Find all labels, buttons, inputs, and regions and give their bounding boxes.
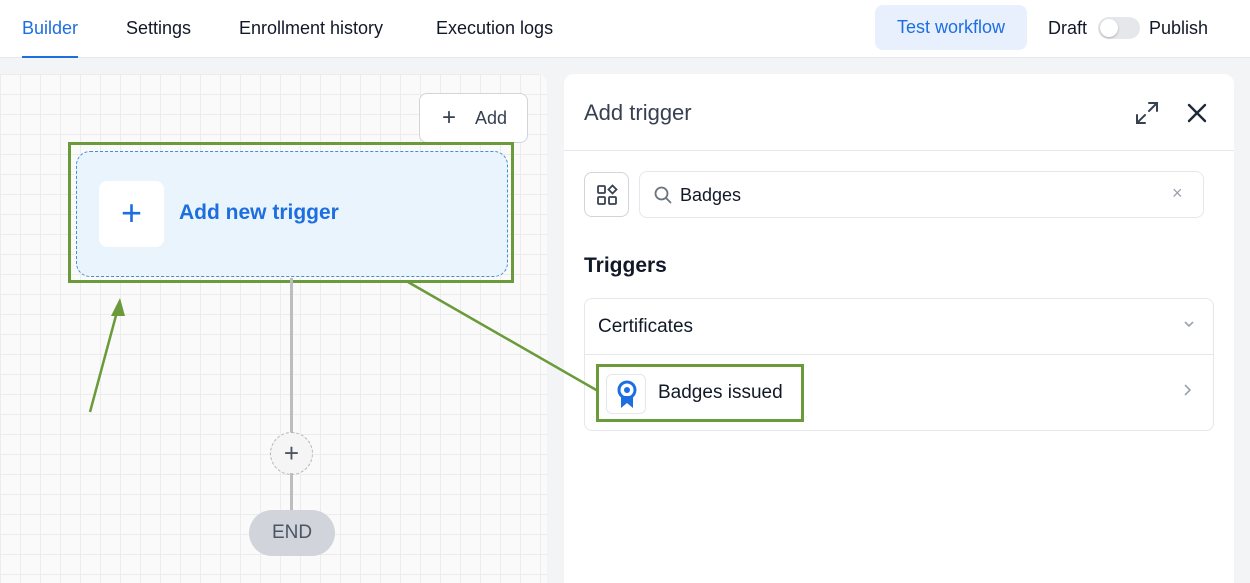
search-icon: [654, 186, 672, 204]
publish-toggle[interactable]: [1098, 17, 1140, 39]
chevron-right-icon: [1181, 381, 1193, 402]
tab-execution-logs[interactable]: Execution logs: [436, 0, 553, 58]
test-workflow-button[interactable]: Test workflow: [875, 5, 1027, 50]
add-button-label: Add: [475, 108, 508, 128]
chevron-down-icon: [1183, 317, 1195, 333]
close-icon[interactable]: [1184, 100, 1210, 126]
add-trigger-panel: Add trigger × Triggers Certificates: [564, 74, 1234, 583]
add-step-button[interactable]: +: [270, 432, 313, 475]
tab-enrollment-history[interactable]: Enrollment history: [239, 0, 383, 58]
flow-connector: [290, 278, 293, 435]
plus-icon: +: [442, 104, 457, 131]
search-input[interactable]: [680, 182, 1160, 208]
search-field[interactable]: ×: [639, 171, 1204, 218]
tab-builder[interactable]: Builder: [22, 0, 79, 58]
add-button[interactable]: + Add: [419, 93, 528, 143]
top-navigation-bar: Builder Settings Enrollment history Exec…: [0, 0, 1250, 58]
add-new-trigger-label[interactable]: Add new trigger: [179, 201, 339, 225]
end-node: END: [249, 510, 335, 556]
toggle-knob: [1100, 19, 1118, 37]
flow-connector: [290, 473, 293, 511]
expand-icon[interactable]: [1134, 100, 1160, 126]
group-label: Certificates: [598, 316, 694, 337]
group-certificates[interactable]: Certificates: [585, 299, 1213, 355]
publish-label: Publish: [1149, 18, 1209, 38]
divider: [564, 150, 1234, 151]
tab-settings[interactable]: Settings: [126, 0, 191, 58]
clear-search-icon[interactable]: ×: [1172, 183, 1183, 204]
triggers-section-title: Triggers: [584, 254, 667, 277]
plus-icon: +: [120, 192, 143, 233]
draft-label: Draft: [1048, 18, 1088, 38]
item-highlight-box: [596, 364, 804, 422]
category-grid-button[interactable]: [584, 172, 629, 217]
apps-grid-icon: [597, 184, 618, 205]
panel-title: Add trigger: [584, 100, 692, 125]
trigger-plus-tile[interactable]: +: [99, 181, 164, 247]
